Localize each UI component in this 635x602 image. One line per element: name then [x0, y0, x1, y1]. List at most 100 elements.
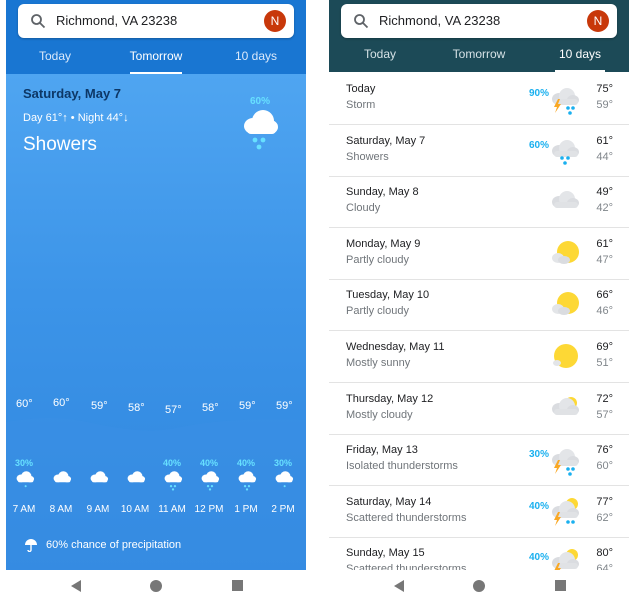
day-precip: 40% [528, 500, 549, 512]
day-low: 42° [596, 202, 613, 215]
day-icon-wrap [548, 545, 582, 570]
day-label: Saturday, May 14 [346, 495, 432, 508]
recents-button[interactable] [232, 580, 243, 591]
mostly-cloudy-icon [552, 396, 579, 415]
home-button[interactable] [473, 580, 485, 592]
day-low: 64° [596, 563, 613, 570]
app-header: Richmond, VA 23238 N Today Tomorrow 10 d… [6, 0, 306, 74]
hourly-precip: 40% [236, 458, 255, 468]
day-low: 51° [596, 357, 613, 369]
search-bar[interactable]: Richmond, VA 23238 N [341, 4, 617, 38]
showers-icon [164, 471, 183, 491]
day-high: 72° [596, 392, 613, 405]
hourly-temp: 59° [276, 400, 293, 412]
day-label: Thursday, May 12 [346, 392, 434, 405]
day-icon-wrap [548, 339, 582, 373]
tab-10-days[interactable]: 10 days [224, 42, 288, 74]
day-low: 44° [596, 150, 613, 163]
cloud-icon [552, 191, 579, 209]
day-row[interactable]: Sunday, May 8 Cloudy 49° 42° [329, 175, 629, 229]
day-low: 57° [596, 408, 613, 421]
day-condition: Scattered thunderstorms [346, 511, 467, 524]
app-header: Richmond, VA 23238 N Today Tomorrow 10 d… [329, 0, 629, 72]
day-high: 77° [596, 495, 613, 508]
day-row[interactable]: Thursday, May 12 Mostly cloudy 72° 57° [329, 382, 629, 435]
day-row[interactable]: Today Storm 90% 75° 59° [329, 72, 629, 125]
day-high: 76° [596, 444, 613, 457]
hourly-precip: 40% [199, 458, 218, 468]
hourly-temp: 59° [239, 400, 256, 412]
location-text: Richmond, VA 23238 [379, 13, 501, 28]
tab-tomorrow[interactable]: Tomorrow [445, 40, 513, 72]
day-row[interactable]: Saturday, May 14 Scattered thunderstorms 4… [329, 485, 629, 538]
day-low: 47° [596, 253, 613, 266]
hourly-icon-wrap [236, 470, 257, 492]
hourly-temp: 58° [202, 402, 219, 414]
cloud-icon [90, 471, 109, 483]
day-row[interactable]: Friday, May 13 Isolated thunderstorms 30% 7… [329, 433, 629, 487]
day-condition: Partly cloudy [346, 305, 409, 318]
day-high: 80° [596, 547, 613, 560]
day-label: Sunday, May 15 [346, 547, 425, 560]
showers-icon [552, 139, 579, 165]
system-nav-bar [329, 570, 629, 602]
day-icon-wrap [548, 133, 582, 167]
day-high: 61° [596, 134, 613, 147]
day-precip: 30% [528, 449, 549, 461]
back-button[interactable] [394, 580, 404, 592]
hourly-icon-wrap [273, 470, 294, 492]
day-condition: Mostly sunny [346, 357, 411, 369]
forecast-panel: Saturday, May 7 Day 61°↑ • Night 44°↓ Sh… [6, 74, 306, 570]
day-precip: 90% [528, 88, 549, 99]
hourly-icon-wrap [162, 470, 183, 492]
tab-tomorrow[interactable]: Tomorrow [122, 42, 190, 74]
day-icon-wrap [548, 494, 582, 528]
tab-today[interactable]: Today [347, 40, 413, 72]
day-high: 75° [596, 83, 613, 95]
day-condition: Showers [346, 150, 389, 163]
search-icon [31, 14, 46, 29]
home-button[interactable] [150, 580, 162, 592]
day-icon-wrap [548, 81, 582, 115]
mostly-sunny-icon [553, 344, 578, 368]
day-row[interactable]: Tuesday, May 10 Partly cloudy 66° 46° [329, 278, 629, 332]
hourly-precip: 30% [273, 458, 292, 468]
umbrella-icon [25, 539, 37, 552]
hourly-temp: 59° [91, 400, 108, 412]
day-condition: Scattered thunderstorms [346, 563, 467, 570]
avatar[interactable]: N [587, 10, 609, 32]
day-condition: Cloudy [346, 202, 381, 215]
hourly-temp: 58° [128, 402, 145, 414]
hourly-time: 2 PM [271, 504, 295, 515]
day-low: 59° [596, 99, 613, 111]
partly-cloudy-icon [552, 292, 579, 316]
tab-10-days[interactable]: 10 days [547, 40, 613, 72]
sun-storm-icon [552, 549, 579, 570]
forecast-condition: Showers [23, 134, 97, 155]
day-label: Tuesday, May 10 [346, 289, 430, 302]
day-icon-wrap [548, 236, 582, 270]
back-button[interactable] [71, 580, 81, 592]
cloud-icon [127, 471, 146, 483]
recents-button[interactable] [555, 580, 566, 591]
day-label: Today [346, 83, 376, 95]
tab-bar: Today Tomorrow 10 days [329, 40, 629, 72]
hourly-icon-wrap [125, 470, 146, 492]
day-low: 60° [596, 460, 613, 473]
day-row[interactable]: Saturday, May 7 Showers 60% 61° 44° [329, 124, 629, 177]
day-low: 62° [596, 511, 613, 524]
day-row[interactable]: Wednesday, May 11 Mostly sunny 69° 51° [329, 330, 629, 383]
hourly-icon-wrap [88, 470, 109, 492]
partly-cloudy-icon [552, 240, 579, 264]
location-text: Richmond, VA 23238 [56, 13, 178, 28]
avatar[interactable]: N [264, 10, 286, 32]
day-condition: Storm [346, 99, 376, 111]
tab-today[interactable]: Today [22, 42, 88, 74]
day-row[interactable]: Monday, May 9 Partly cloudy 61° 47° [329, 227, 629, 280]
day-row[interactable]: Sunday, May 15 Scattered thunderstorms 40%… [329, 536, 629, 570]
search-bar[interactable]: Richmond, VA 23238 N [18, 4, 294, 38]
day-condition: Partly cloudy [346, 253, 409, 266]
light-rain-icon [275, 471, 294, 488]
day-high: 49° [596, 186, 613, 199]
day-label: Friday, May 13 [346, 444, 418, 457]
